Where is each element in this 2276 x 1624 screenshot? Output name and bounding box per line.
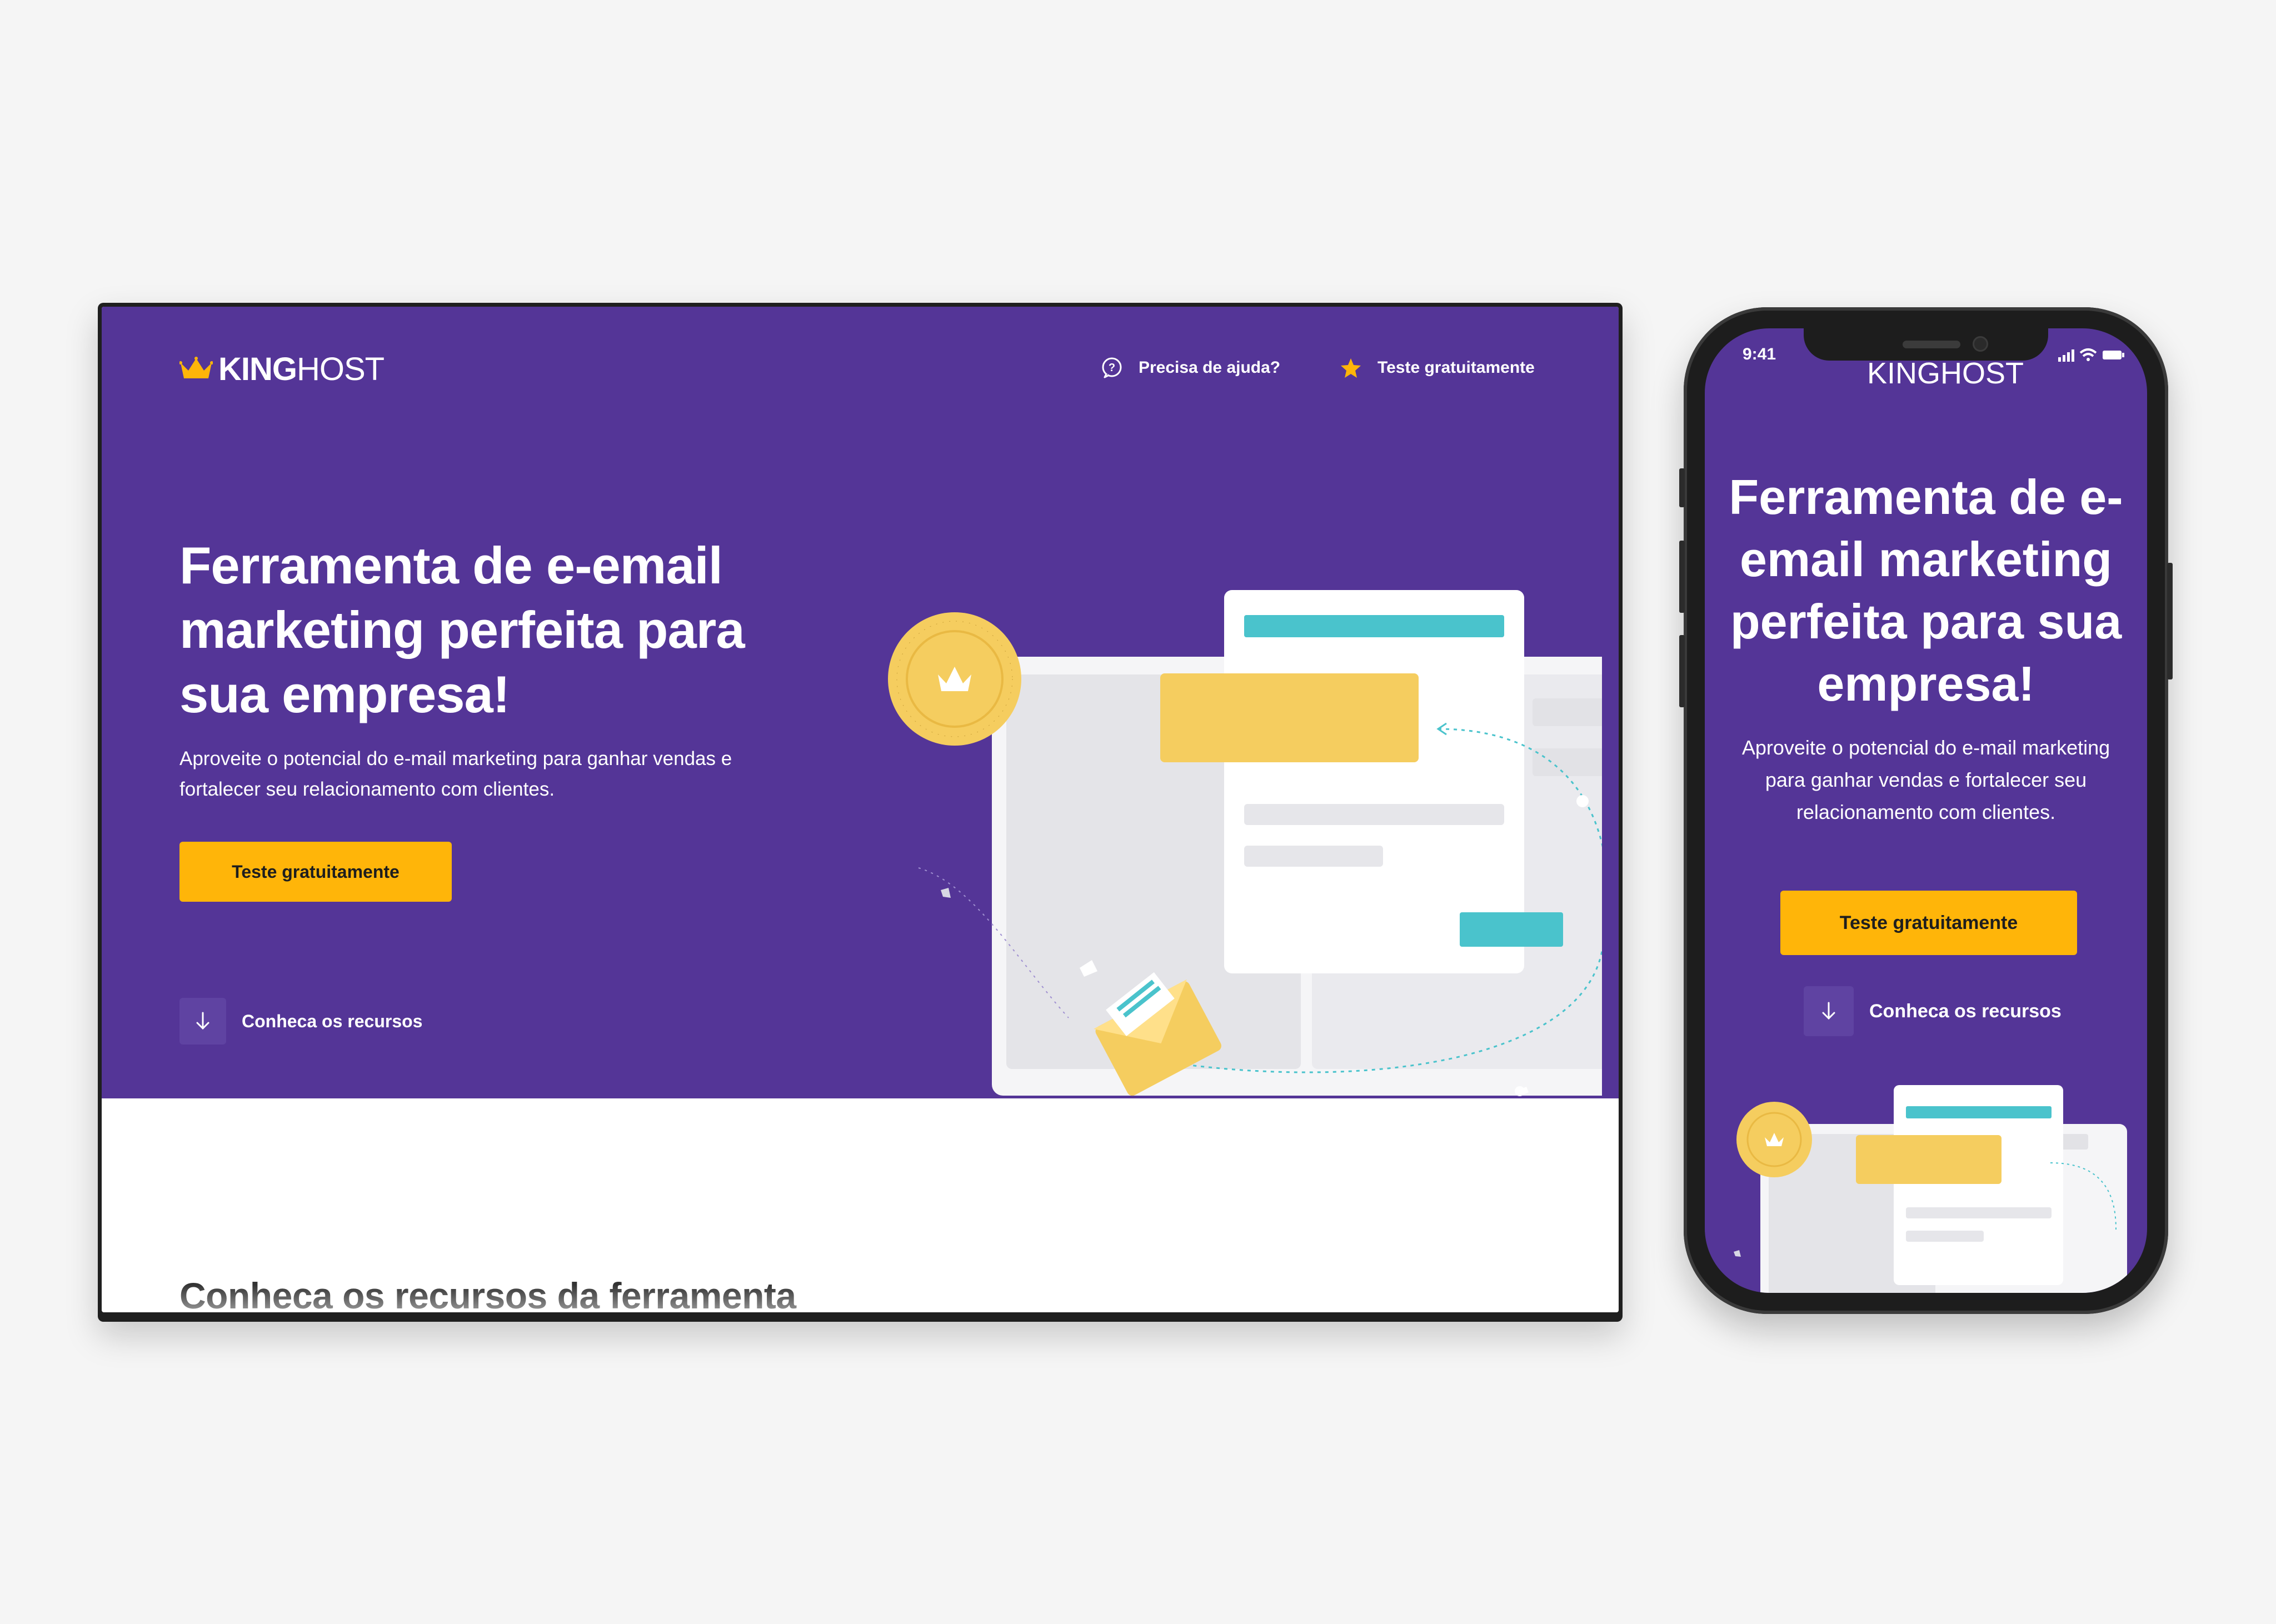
help-link[interactable]: ? Precisa de ajuda?	[1101, 357, 1280, 379]
mobile-hero-title: Ferramenta de e-email marketing perfeita…	[1729, 469, 2123, 711]
phone-speaker	[1903, 341, 1960, 348]
trial-link-label: Teste gratuitamente	[1377, 358, 1535, 377]
phone-volume-up-button	[1679, 541, 1685, 613]
wifi-icon	[2079, 348, 2097, 361]
trial-link[interactable]: Teste gratuitamente	[1340, 357, 1535, 379]
signal-icon	[2058, 349, 2074, 362]
help-link-label: Precisa de ajuda?	[1139, 358, 1281, 377]
phone-camera	[1973, 336, 1988, 352]
arrow-down-icon	[179, 998, 226, 1045]
logo[interactable]: KINGHOST	[179, 351, 385, 387]
phone-notch	[1804, 328, 2048, 361]
scroll-link[interactable]: Conheca os recursos	[179, 998, 422, 1045]
desktop-mockup: KINGHOST ? Precisa de ajuda? Teste gratu…	[98, 303, 1623, 1322]
mobile-logo[interactable]: KINGHOST	[1867, 356, 2024, 391]
brand-name: KINGHOST	[218, 351, 385, 387]
phone-power-button	[2167, 563, 2173, 679]
section-fade	[102, 1285, 1619, 1312]
hero-title: Ferramenta de e-email marketing perfeita…	[179, 536, 745, 723]
crown-icon	[179, 357, 213, 378]
svg-text:?: ?	[1109, 362, 1115, 374]
star-icon	[1341, 358, 1361, 378]
hero-section: KINGHOST ? Precisa de ajuda? Teste gratu…	[102, 307, 1619, 1098]
cta-button[interactable]: Teste gratuitamente	[179, 842, 452, 902]
arrow-down-icon	[1804, 986, 1854, 1036]
mobile-hero-illustration	[1734, 1085, 2127, 1293]
mobile-scroll-link-label: Conheca os recursos	[1869, 1000, 2062, 1022]
phone-mockup: KINGHOST 9:41 Ferramenta de e-email mark…	[1679, 307, 2173, 1314]
desktop-screen: KINGHOST ? Precisa de ajuda? Teste gratu…	[102, 307, 1619, 1312]
phone-mute-button	[1679, 468, 1685, 507]
mobile-hero-subtitle: Aproveite o potencial do e-mail marketin…	[1741, 736, 2110, 823]
phone-screen: KINGHOST 9:41 Ferramenta de e-email mark…	[1705, 328, 2147, 1293]
status-time: 9:41	[1743, 345, 1776, 363]
phone-volume-down-button	[1679, 635, 1685, 707]
mobile-scroll-link[interactable]: Conheca os recursos	[1804, 986, 2062, 1036]
mobile-cta-button[interactable]: Teste gratuitamente	[1780, 891, 2077, 955]
hero-subtitle: Aproveite o potencial do e-mail marketin…	[179, 748, 732, 800]
status-icons	[2058, 348, 2124, 362]
seal-crown-icon	[888, 612, 1021, 746]
battery-icon	[2103, 351, 2124, 359]
help-circle-icon: ?	[1102, 357, 1122, 378]
hero-illustration	[888, 590, 1602, 1096]
scroll-link-label: Conheca os recursos	[242, 1011, 423, 1031]
